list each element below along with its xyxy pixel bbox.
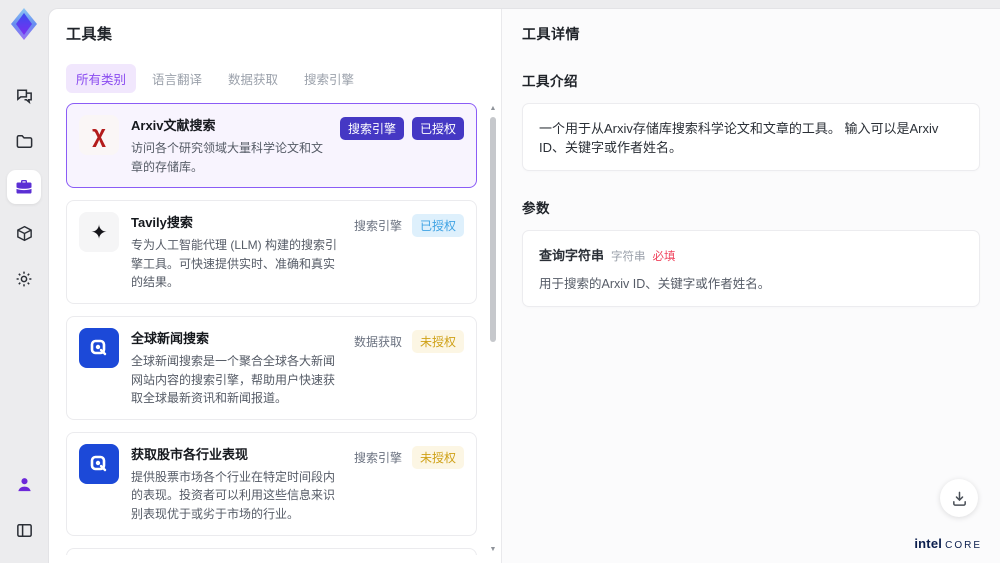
packages-icon[interactable]: [7, 216, 41, 250]
panel-toggle-icon[interactable]: [7, 513, 41, 547]
tavily-star-icon: ✦: [79, 212, 119, 253]
list-scrollbar[interactable]: ▲ ▼: [488, 103, 498, 555]
param-required-label: 必填: [652, 251, 676, 263]
toolbox-icon[interactable]: [7, 170, 41, 204]
intel-core-logo: intel CORE: [914, 536, 982, 551]
news-search-logo-icon: [79, 327, 119, 368]
tool-description: 访问各个研究领域大量科学论文和文章的存储库。: [131, 141, 324, 174]
tool-list-panel: 工具集 所有类别 语言翻译 数据获取 搜索引擎 χ Arxiv文献搜索 访问各个…: [49, 9, 501, 563]
arxiv-logo-icon: χ: [79, 115, 119, 155]
tool-card-most-active-stocks[interactable]: 获取市场最活跃股票信息 提供当天交易量最高的股票列表。投资者可以利用这些信息来识…: [66, 547, 477, 555]
param-type: 字符串: [611, 251, 646, 263]
sidebar-rail: [0, 0, 48, 563]
tool-name: Arxiv文献搜索: [131, 118, 216, 133]
tab-language-translation[interactable]: 语言翻译: [142, 64, 212, 93]
folder-icon[interactable]: [7, 124, 41, 158]
stock-search-logo-icon: [79, 443, 119, 484]
tool-name: Tavily搜索: [131, 215, 193, 231]
tool-card-arxiv[interactable]: χ Arxiv文献搜索 访问各个研究领域大量科学论文和文章的存储库。 搜索引擎 …: [66, 103, 477, 189]
tool-card-tavily[interactable]: ✦ Tavily搜索 专为人工智能代理 (LLM) 构建的搜索引擎工具。可快速提…: [66, 200, 477, 304]
param-description: 用于搜索的Arxiv ID、关键字或作者姓名。: [539, 277, 771, 291]
status-badge: 已授权: [411, 117, 464, 140]
download-button[interactable]: [940, 479, 978, 517]
scroll-up-arrow[interactable]: ▲: [488, 105, 498, 112]
category-badge: 搜索引擎: [353, 450, 402, 465]
tool-description: 全球新闻搜索是一个聚合全球各大新闻网站内容的搜索引擎，帮助用户快速获取全球最新资…: [131, 353, 336, 406]
intro-heading: 工具介绍: [522, 74, 578, 89]
category-badge: 数据获取: [353, 334, 402, 349]
category-badge: 搜索引擎: [339, 117, 404, 140]
tab-data-acquisition[interactable]: 数据获取: [218, 64, 288, 93]
profile-icon[interactable]: [7, 467, 41, 501]
app-logo[interactable]: [6, 6, 42, 42]
status-badge: 已授权: [411, 214, 464, 238]
status-badge: 未授权: [411, 329, 464, 353]
status-badge: 未授权: [411, 445, 464, 469]
tool-description: 专为人工智能代理 (LLM) 构建的搜索引擎工具。可快速提供实时、准确和真实的结…: [131, 238, 338, 290]
tab-search-engine[interactable]: 搜索引擎: [294, 64, 364, 93]
intro-box: 一个用于从Arxiv存储库搜索科学论文和文章的工具。 输入可以是Arxiv ID…: [522, 103, 980, 171]
detail-title: 工具详情: [522, 26, 580, 42]
chat-icon[interactable]: [7, 78, 41, 112]
params-heading: 参数: [522, 201, 550, 216]
category-tabs: 所有类别 语言翻译 数据获取 搜索引擎: [66, 64, 501, 93]
tool-list: χ Arxiv文献搜索 访问各个研究领域大量科学论文和文章的存储库。 搜索引擎 …: [66, 103, 501, 555]
tool-card-sector-performance[interactable]: 获取股市各行业表现 提供股票市场各个行业在特定时间段内的表现。投资者可以利用这些…: [66, 431, 477, 536]
tool-name: 获取股市各行业表现: [131, 446, 249, 462]
tool-card-global-news[interactable]: 全球新闻搜索 全球新闻搜索是一个聚合全球各大新闻网站内容的搜索引擎，帮助用户快速…: [66, 315, 477, 420]
settings-gear-icon[interactable]: [7, 262, 41, 296]
page-title: 工具集: [66, 26, 113, 43]
category-badge: 搜索引擎: [353, 219, 402, 234]
tab-all-categories[interactable]: 所有类别: [66, 64, 137, 93]
scrollbar-thumb[interactable]: [490, 117, 496, 342]
scroll-down-arrow[interactable]: ▼: [488, 546, 498, 553]
param-box: 查询字符串 字符串 必填 用于搜索的Arxiv ID、关键字或作者姓名。: [522, 230, 980, 307]
content-shell: 工具集 所有类别 语言翻译 数据获取 搜索引擎 χ Arxiv文献搜索 访问各个…: [48, 8, 1000, 563]
param-name: 查询字符串: [539, 248, 605, 263]
intro-text: 一个用于从Arxiv存储库搜索科学论文和文章的工具。 输入可以是Arxiv ID…: [539, 121, 939, 155]
tool-detail-panel: 工具详情 工具介绍 一个用于从Arxiv存储库搜索科学论文和文章的工具。 输入可…: [501, 9, 1000, 563]
tool-name: 全球新闻搜索: [131, 330, 210, 346]
tool-description: 提供股票市场各个行业在特定时间段内的表现。投资者可以利用这些信息来识别表现优于或…: [131, 469, 336, 521]
